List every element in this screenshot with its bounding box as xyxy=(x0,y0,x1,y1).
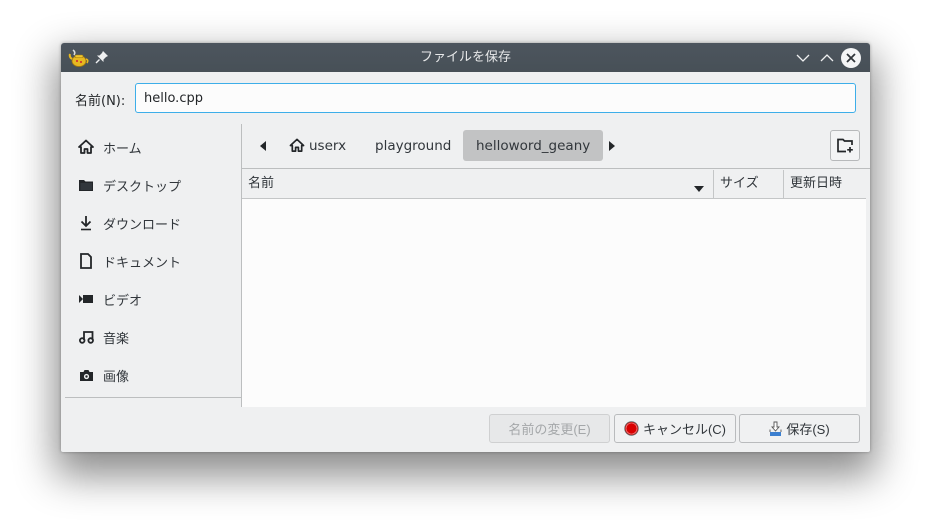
download-icon xyxy=(77,214,95,232)
save-file-dialog: ファイルを保存 名前(N): ホーム デスクトップ ダウンロード xyxy=(61,43,870,452)
maximize-button[interactable] xyxy=(817,48,837,68)
camera-icon xyxy=(77,366,95,384)
window-title: ファイルを保存 xyxy=(419,50,511,65)
folder-icon xyxy=(77,176,95,194)
column-label: サイズ xyxy=(720,176,759,191)
music-icon xyxy=(77,328,95,346)
sidebar-item-label: ホーム xyxy=(103,141,142,157)
sort-descending-icon xyxy=(694,181,704,196)
button-label: 保存(S) xyxy=(786,422,830,437)
close-button[interactable] xyxy=(841,48,861,68)
sidebar-item-label: 画像 xyxy=(103,369,130,385)
crumb-userx[interactable]: userx xyxy=(276,130,359,161)
sidebar-item-label: デスクトップ xyxy=(103,179,182,195)
crumb-helloword-geany[interactable]: helloword_geany xyxy=(463,130,604,161)
video-icon xyxy=(77,290,95,308)
sidebar-item-home[interactable]: ホーム xyxy=(77,135,237,159)
scrollbar-track xyxy=(866,170,870,407)
stop-icon xyxy=(624,421,639,436)
sidebar-item-pictures[interactable]: 画像 xyxy=(77,363,237,387)
sidebar-item-downloads[interactable]: ダウンロード xyxy=(77,211,237,235)
title-bar[interactable]: ファイルを保存 xyxy=(61,43,870,72)
column-header-name[interactable]: 名前 xyxy=(242,170,713,199)
new-folder-icon xyxy=(836,138,853,153)
button-label: キャンセル(C) xyxy=(642,422,727,437)
column-label: 更新日時 xyxy=(790,176,843,191)
sidebar-item-documents[interactable]: ドキュメント xyxy=(77,249,237,273)
column-header-modified[interactable]: 更新日時 xyxy=(783,170,866,199)
sidebar-divider xyxy=(65,397,241,398)
rename-button[interactable]: 名前の変更(E) xyxy=(489,414,610,443)
close-icon xyxy=(846,53,856,63)
filename-row: 名前(N): xyxy=(61,72,870,124)
crumb-playground[interactable]: playground xyxy=(362,130,464,161)
sidebar-item-videos[interactable]: ビデオ xyxy=(77,287,237,311)
crumb-label: userx xyxy=(309,137,347,154)
column-label: 名前 xyxy=(248,176,275,191)
save-button[interactable]: 保存(S) xyxy=(739,414,860,443)
home-icon xyxy=(289,138,305,152)
minimize-button[interactable] xyxy=(793,48,813,68)
home-icon xyxy=(77,138,95,156)
sidebar-item-label: 音楽 xyxy=(103,331,130,347)
sidebar-item-desktop[interactable]: デスクトップ xyxy=(77,173,237,197)
save-icon xyxy=(769,421,782,436)
button-label: 名前の変更(E) xyxy=(508,422,591,437)
column-header-size[interactable]: サイズ xyxy=(713,170,783,199)
chevron-up-icon xyxy=(820,54,834,62)
document-icon xyxy=(77,252,95,270)
file-list[interactable]: 名前 サイズ 更新日時 xyxy=(242,170,866,407)
sidebar-item-label: ビデオ xyxy=(103,293,143,309)
path-forward-button[interactable] xyxy=(605,138,619,154)
filename-input[interactable] xyxy=(135,83,856,113)
places-sidebar: ホーム デスクトップ ダウンロード ドキュメント ビデオ 音楽 画像 xyxy=(61,124,242,407)
sidebar-item-label: ダウンロード xyxy=(103,217,182,233)
path-back-button[interactable] xyxy=(256,138,270,154)
crumb-label: helloword_geany xyxy=(476,137,591,154)
chevron-down-icon xyxy=(796,54,810,62)
filename-label: 名前(N): xyxy=(75,94,126,109)
triangle-right-icon xyxy=(609,141,615,151)
cancel-button[interactable]: キャンセル(C) xyxy=(614,414,736,443)
sidebar-item-music[interactable]: 音楽 xyxy=(77,325,237,349)
crumb-label: playground xyxy=(375,137,452,154)
new-folder-button[interactable] xyxy=(830,130,860,161)
triangle-left-icon xyxy=(260,141,266,151)
path-bar: userx playground helloword_geany xyxy=(242,124,870,169)
file-list-header: 名前 サイズ 更新日時 xyxy=(242,170,866,199)
sidebar-item-label: ドキュメント xyxy=(103,255,182,271)
